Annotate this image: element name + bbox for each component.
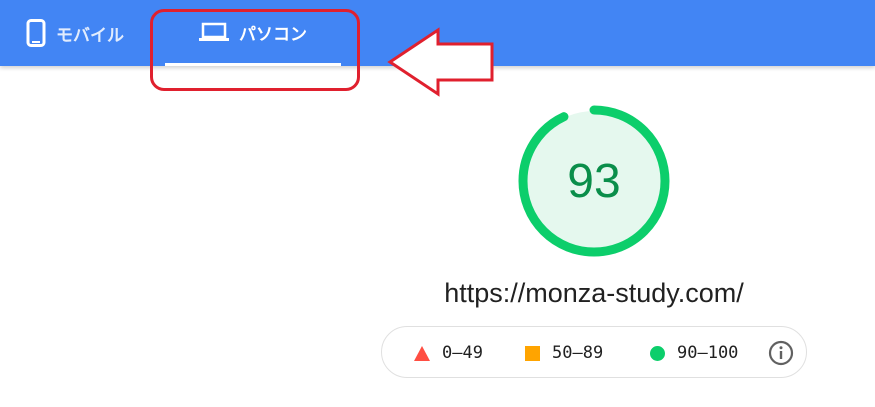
annotation-highlight-box: [150, 9, 360, 91]
annotation-arrow-icon: [387, 27, 494, 97]
tab-mobile[interactable]: モバイル: [0, 0, 160, 66]
legend-average: 50–89: [525, 327, 603, 379]
legend-pass: 90–100: [650, 327, 738, 379]
legend-average-label: 50–89: [552, 343, 604, 363]
tab-mobile-label: モバイル: [56, 25, 124, 45]
performance-score: 93: [567, 154, 621, 208]
legend-fail-label: 0–49: [442, 343, 483, 363]
green-circle-icon: [650, 345, 665, 361]
info-icon[interactable]: [768, 340, 794, 371]
tested-url: https://monza-study.com/: [444, 278, 744, 308]
orange-square-icon: [525, 345, 540, 361]
red-triangle-icon: [414, 345, 430, 361]
legend-fail: 0–49: [414, 327, 483, 379]
score-legend: 0–49 50–89 90–100: [381, 326, 807, 378]
smartphone-icon: [26, 19, 46, 47]
legend-pass-label: 90–100: [677, 343, 739, 363]
